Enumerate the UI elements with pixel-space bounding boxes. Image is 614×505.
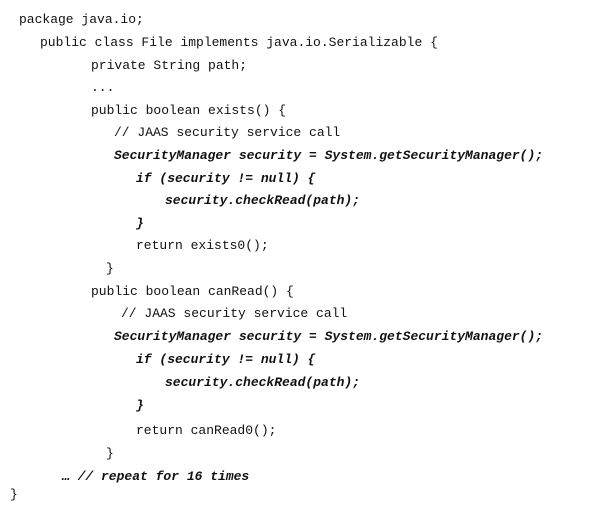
code-line-security-manager: SecurityManager security = System.getSec… xyxy=(114,329,544,344)
code-line-if-close: } xyxy=(136,216,144,231)
code-line-repeat-note: … // repeat for 16 times xyxy=(62,469,250,484)
code-line-security-manager: SecurityManager security = System.getSec… xyxy=(114,148,544,163)
code-line-if-check: if (security != null) { xyxy=(136,352,316,367)
code-listing: package java.io; public class File imple… xyxy=(0,0,614,505)
code-line-if-check: if (security != null) { xyxy=(136,171,316,186)
code-line-comment: // JAAS security service call xyxy=(121,306,348,321)
code-line-class-declaration: public class File implements java.io.Ser… xyxy=(40,35,438,50)
code-line-return-exists: return exists0(); xyxy=(136,238,269,253)
code-line-return-canread: return canRead0(); xyxy=(136,423,277,438)
code-line-ellipsis: ... xyxy=(91,80,115,95)
code-line-package: package java.io; xyxy=(19,12,144,27)
code-line-if-close: } xyxy=(136,398,144,413)
code-line-check-read: security.checkRead(path); xyxy=(165,375,361,390)
code-line-canread-method: public boolean canRead() { xyxy=(91,284,294,299)
code-line-exists-method: public boolean exists() { xyxy=(91,103,287,118)
code-line-method-close: } xyxy=(106,446,114,461)
code-line-comment: // JAAS security service call xyxy=(114,125,341,140)
code-line-check-read: security.checkRead(path); xyxy=(165,193,361,208)
code-line-method-close: } xyxy=(106,261,114,276)
code-line-field-path: private String path; xyxy=(91,58,248,73)
code-line-class-close: } xyxy=(10,487,18,502)
